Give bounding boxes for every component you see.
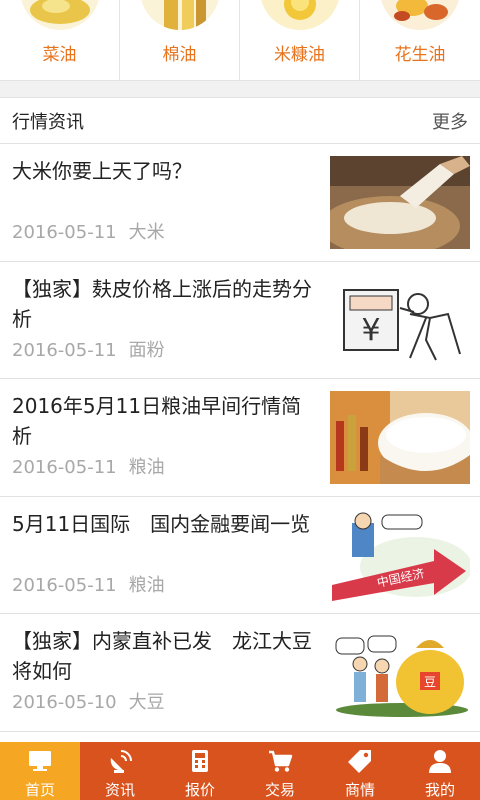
- news-date: 2016-05-11: [12, 339, 117, 361]
- calculator-icon: [192, 750, 208, 772]
- rice-sack-photo: [330, 156, 470, 249]
- category-label: 花生油: [394, 45, 446, 65]
- section-divider: [0, 80, 480, 98]
- news-date: 2016-05-10: [12, 692, 117, 713]
- news-headline: 【独家】麸皮价格上涨后的走势分析: [12, 276, 312, 331]
- tab-news[interactable]: 资讯: [80, 742, 160, 800]
- svg-text:豆: 豆: [424, 675, 436, 689]
- category-rice-bran-oil[interactable]: 米糠油: [240, 0, 360, 80]
- news-tag: 粮油: [128, 457, 165, 478]
- cart-icon: [269, 750, 293, 772]
- tab-label: 交易: [264, 781, 295, 799]
- news-list: 大米你要上天了吗？ 2016-05-11 大米 【独家】麸皮价格上涨后的走势分析 …: [0, 144, 480, 732]
- tab-label: 我的: [424, 781, 455, 799]
- tab-profile[interactable]: 我的: [400, 742, 480, 800]
- news-meta: 2016-05-11 粮油: [12, 571, 165, 597]
- tag-icon: [348, 750, 371, 773]
- svg-text:¥: ¥: [361, 313, 380, 348]
- rapeseed-oil-image: [20, 0, 100, 30]
- tab-quotes[interactable]: 报价: [160, 742, 240, 800]
- tab-home[interactable]: 首页: [0, 742, 80, 800]
- china-economy-cartoon: 中国经济: [330, 508, 470, 602]
- price-cartoon: ¥: [330, 273, 470, 367]
- satellite-dish-icon: [110, 750, 132, 773]
- tab-label: 资讯: [104, 781, 135, 799]
- news-headline: 5月11日国际 国内金融要闻一览: [12, 511, 311, 536]
- news-tag: 大米: [128, 222, 165, 243]
- list-item[interactable]: 5月11日国际 国内金融要闻一览 2016-05-11 粮油 中国经济: [0, 496, 480, 614]
- market-news-header: 行情资讯 更多: [0, 98, 480, 144]
- list-item[interactable]: 【独家】麸皮价格上涨后的走势分析 2016-05-11 面粉 ¥: [0, 261, 480, 379]
- news-date: 2016-05-11: [12, 222, 117, 243]
- cottonseed-oil-image: [140, 0, 220, 30]
- user-icon: [429, 750, 451, 773]
- more-link[interactable]: 更多: [432, 108, 468, 134]
- news-headline: 【独家】内蒙直补已发 龙江大豆将如何: [12, 629, 312, 683]
- news-date: 2016-05-11: [12, 457, 117, 478]
- category-strip: 菜油 棉油 米糠油 花生油: [0, 0, 480, 80]
- list-item[interactable]: 2016年5月11日粮油早间行情简析 2016-05-11 粮油: [0, 379, 480, 497]
- peanut-oil-image: [380, 0, 460, 30]
- list-item[interactable]: 【独家】内蒙直补已发 龙江大豆将如何 2016-05-10 大豆 豆: [0, 614, 480, 732]
- bottom-tab-bar: 首页 资讯 报价 交易 商情 我的: [0, 742, 480, 800]
- soybean-bag-cartoon: 豆: [330, 626, 470, 719]
- category-label: 棉油: [162, 45, 197, 65]
- rice-bowl-photo: [330, 391, 470, 484]
- section-title: 行情资讯: [12, 112, 84, 133]
- category-cottonseed-oil[interactable]: 棉油: [120, 0, 240, 80]
- rice-bran-oil-image: [260, 0, 340, 30]
- news-meta: 2016-05-10 大豆: [12, 688, 165, 714]
- news-date: 2016-05-11: [12, 574, 117, 596]
- tab-business[interactable]: 商情: [320, 742, 400, 800]
- category-label: 米糠油: [274, 45, 325, 65]
- news-headline: 大米你要上天了吗？: [12, 159, 192, 183]
- news-tag: 粮油: [128, 574, 165, 596]
- monitor-icon: [29, 751, 51, 771]
- news-meta: 2016-05-11 大米: [12, 218, 165, 244]
- tab-label: 商情: [344, 781, 375, 799]
- news-meta: 2016-05-11 粮油: [12, 453, 165, 479]
- category-label: 菜油: [42, 45, 77, 65]
- news-meta: 2016-05-11 面粉: [12, 336, 165, 362]
- news-tag: 大豆: [128, 692, 165, 713]
- tab-label: 首页: [24, 781, 55, 799]
- category-peanut-oil[interactable]: 花生油: [360, 0, 480, 80]
- news-tag: 面粉: [128, 339, 165, 361]
- tab-label: 报价: [184, 781, 215, 799]
- news-headline: 2016年5月11日粮油早间行情简析: [12, 394, 302, 448]
- list-item[interactable]: 大米你要上天了吗？ 2016-05-11 大米: [0, 144, 480, 262]
- tab-trade[interactable]: 交易: [240, 742, 320, 800]
- category-rapeseed-oil[interactable]: 菜油: [0, 0, 120, 80]
